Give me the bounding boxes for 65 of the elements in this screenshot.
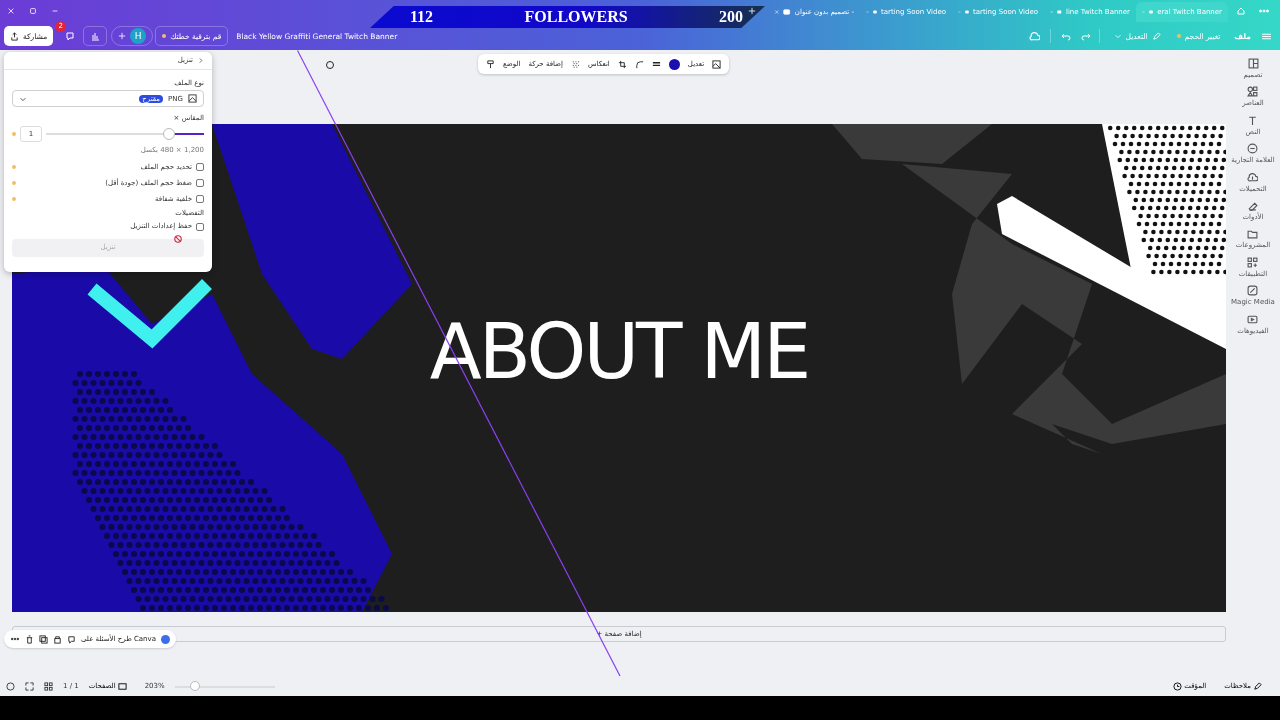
corner-icon[interactable] — [634, 59, 644, 69]
rotate-icon[interactable] — [325, 60, 335, 70]
premium-icon — [12, 197, 16, 202]
banner-label: FOLLOWERS — [524, 7, 628, 27]
checkbox[interactable] — [196, 222, 204, 231]
pages-icon — [117, 681, 127, 691]
premium-icon — [12, 181, 16, 186]
video-icon — [1057, 8, 1062, 16]
checkbox[interactable] — [196, 163, 204, 172]
minimize-icon[interactable] — [51, 7, 59, 15]
video-icon — [783, 8, 791, 16]
video-icon — [873, 8, 877, 16]
premium-icon — [12, 165, 16, 170]
share-icon — [10, 31, 19, 41]
grid-view-icon[interactable] — [44, 681, 53, 691]
duplicate-icon[interactable] — [39, 634, 48, 644]
fullscreen-icon[interactable] — [25, 681, 34, 691]
zoom-slider[interactable] — [174, 681, 275, 691]
cloud-sync-icon[interactable] — [1028, 30, 1040, 42]
close-icon[interactable] — [7, 7, 15, 15]
side-panel-icon — [1247, 228, 1259, 240]
video-icon — [1149, 8, 1154, 16]
side-panel-icon — [1247, 313, 1259, 325]
checkbox[interactable] — [196, 179, 204, 188]
transparency-icon[interactable] — [571, 59, 580, 69]
video-icon — [965, 8, 969, 16]
comment-icon[interactable] — [67, 634, 76, 644]
chevron-down-icon — [1113, 32, 1122, 40]
paint-roller-icon[interactable] — [486, 59, 495, 69]
crop-icon[interactable] — [617, 59, 627, 69]
assistant-icon — [161, 634, 170, 644]
side-panel-icon — [1247, 285, 1259, 297]
pencil-icon — [1151, 31, 1161, 41]
back-icon[interactable] — [197, 57, 204, 64]
side-panel-icon — [1247, 256, 1259, 268]
more-icon[interactable] — [10, 635, 20, 643]
follower-count: 200 — [719, 7, 743, 27]
color-swatch[interactable] — [668, 58, 680, 70]
image-icon — [188, 94, 197, 104]
timer-icon — [1173, 681, 1183, 691]
slider-track[interactable] — [46, 127, 204, 140]
side-panel-icon — [1247, 86, 1259, 98]
edit-image-icon[interactable] — [712, 59, 722, 69]
lock-icon[interactable] — [53, 634, 62, 644]
notes-icon — [1253, 681, 1262, 691]
checkbox[interactable] — [196, 195, 204, 204]
trash-icon[interactable] — [25, 634, 34, 644]
new-tab-icon[interactable] — [748, 6, 756, 15]
zoom-thumb[interactable] — [189, 681, 200, 691]
not-allowed-icon — [174, 234, 182, 243]
bar-chart-icon — [90, 31, 101, 41]
side-panel-icon — [1247, 171, 1259, 183]
side-panel-icon — [1247, 143, 1259, 155]
help-icon[interactable] — [6, 681, 15, 691]
side-panel-icon — [1247, 58, 1259, 69]
comment-icon — [65, 31, 76, 41]
insights-button[interactable] — [83, 26, 108, 46]
restore-icon[interactable] — [29, 7, 37, 15]
user-avatar: H — [130, 28, 147, 44]
plus-icon — [118, 32, 127, 40]
follower-count: 112 — [410, 7, 434, 27]
border-style-icon[interactable] — [651, 59, 661, 69]
premium-icon — [12, 131, 16, 136]
side-panel-icon — [1247, 114, 1259, 126]
slider-thumb[interactable] — [163, 127, 176, 140]
